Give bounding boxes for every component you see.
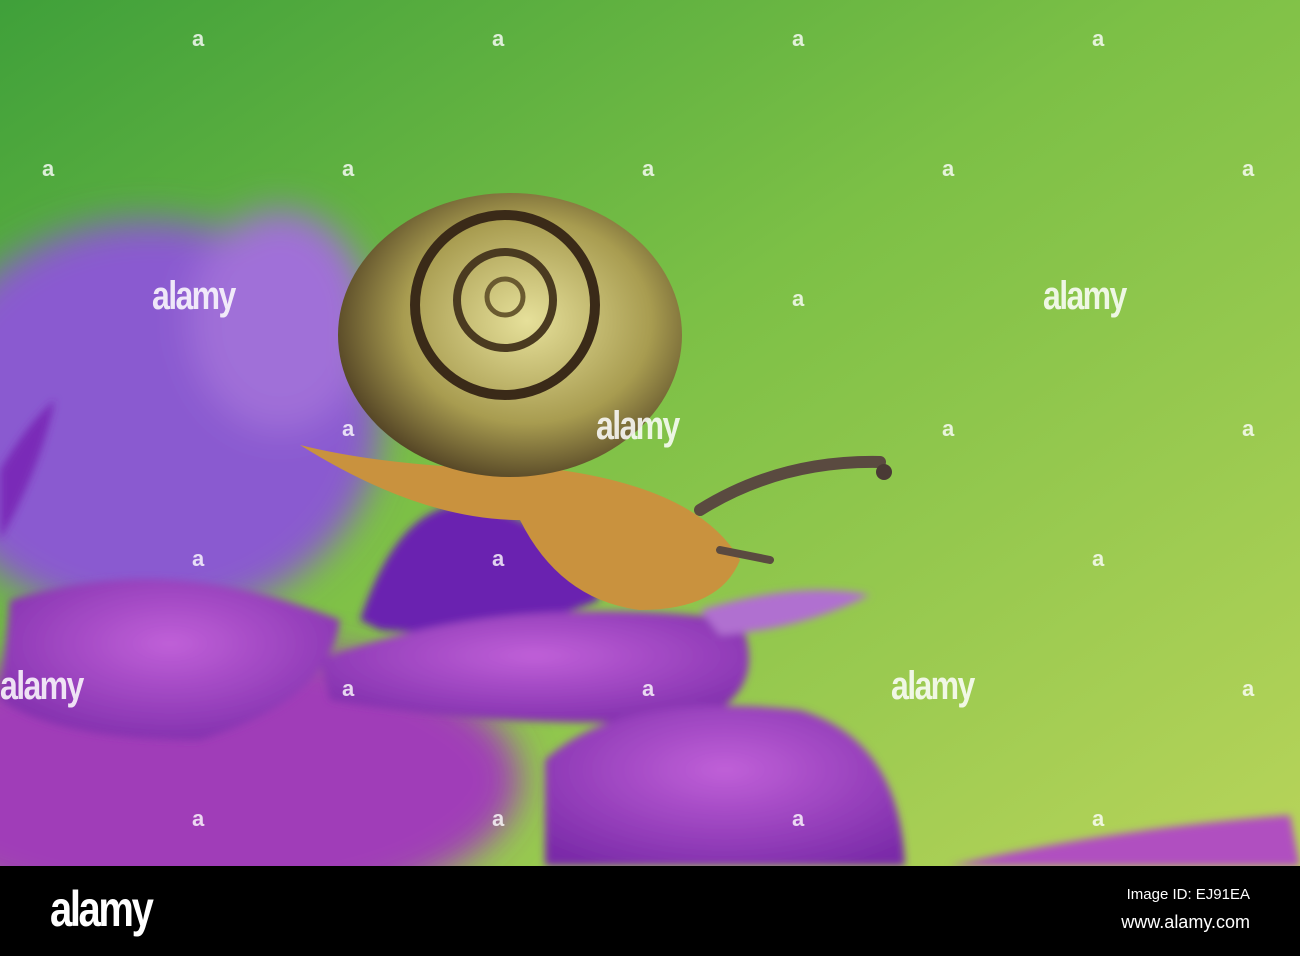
alamy-logo: alamy: [50, 881, 154, 937]
footer-bar: alamy Image ID: EJ91EA www.alamy.com: [0, 866, 1300, 956]
watermark-mark: a: [42, 156, 55, 181]
watermark-mark: a: [492, 26, 505, 51]
watermark-mark: a: [1092, 806, 1105, 831]
website-link: www.alamy.com: [1121, 912, 1250, 932]
watermark-mark: a: [342, 676, 355, 701]
watermark-mark: a: [792, 26, 805, 51]
watermark-mark: a: [342, 416, 355, 441]
watermark-mark: a: [192, 26, 205, 51]
watermark-mark: a: [1242, 156, 1255, 181]
watermark-mark: a: [492, 546, 505, 571]
watermark-text: alamy: [152, 274, 236, 318]
watermark-text: alamy: [1043, 274, 1127, 318]
watermark-mark: a: [792, 286, 805, 311]
watermark-mark: a: [642, 156, 655, 181]
watermark-text: alamy: [0, 664, 84, 708]
watermark-mark: a: [1092, 26, 1105, 51]
watermark-mark: a: [192, 806, 205, 831]
watermark-mark: a: [1242, 676, 1255, 701]
watermark-mark: a: [942, 416, 955, 441]
watermark-mark: a: [792, 806, 805, 831]
watermark-mark: a: [492, 806, 505, 831]
watermark-mark: a: [1242, 416, 1255, 441]
watermark-mark: a: [642, 676, 655, 701]
watermark-mark: a: [942, 156, 955, 181]
watermark-text: alamy: [891, 664, 975, 708]
image-id: Image ID: EJ91EA: [1126, 886, 1250, 903]
watermark-text: alamy: [596, 404, 680, 448]
watermark-mark: a: [342, 156, 355, 181]
watermark-mark: a: [1092, 546, 1105, 571]
watermark-mark: a: [192, 546, 205, 571]
